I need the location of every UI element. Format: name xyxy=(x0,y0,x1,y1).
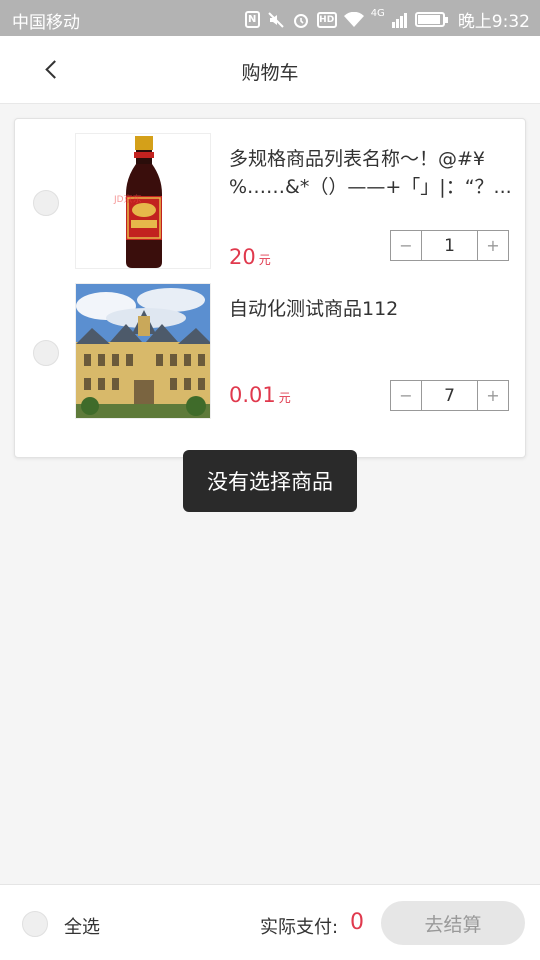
payment-label: 实际支付: xyxy=(260,917,339,938)
price-unit: 元 xyxy=(278,391,291,405)
decrease-button[interactable]: − xyxy=(391,231,421,260)
wifi-icon xyxy=(343,11,364,27)
decrease-button[interactable]: − xyxy=(391,381,421,410)
nfc-icon: N xyxy=(244,11,260,28)
payment-total: 0 xyxy=(350,910,364,935)
quantity-value[interactable]: 1 xyxy=(421,231,478,260)
product-price: 0.01 元 xyxy=(229,383,291,407)
status-bar: 中国移动 N HD 4G 晚上9:32 xyxy=(0,0,540,36)
cart-list: JD京东 多规格商品列表名称～！@#¥%……&*（）——+「」|：“？... 2… xyxy=(14,118,526,458)
checkout-bar: 全选 实际支付: 0 去结算 xyxy=(0,884,540,960)
signal-icon xyxy=(391,12,407,28)
cart-item: JD京东 多规格商品列表名称～！@#¥%……&*（）——+「」|：“？... 2… xyxy=(15,133,527,283)
battery-icon xyxy=(414,12,448,27)
quantity-stepper: − 1 + xyxy=(390,230,509,261)
product-image-mansion[interactable] xyxy=(75,283,211,419)
checkout-button[interactable]: 去结算 xyxy=(381,901,525,945)
product-name[interactable]: 多规格商品列表名称～！@#¥%……&*（）——+「」|：“？... xyxy=(229,145,514,201)
product-price: 20 元 xyxy=(229,245,271,269)
cart-item: 自动化测试商品112 0.01 元 − 7 + xyxy=(15,283,527,433)
image-watermark: JD京东 xyxy=(113,193,142,205)
quantity-stepper: − 7 + xyxy=(390,380,509,411)
network-type: 4G xyxy=(370,8,385,19)
status-icons: N HD 4G 晚上9:32 xyxy=(244,7,530,32)
alarm-icon xyxy=(293,13,308,28)
product-name[interactable]: 自动化测试商品112 xyxy=(229,295,514,323)
select-all-label[interactable]: 全选 xyxy=(64,913,100,939)
soy-sauce-bottle-image: JD京东 xyxy=(76,134,210,268)
hd-icon: HD xyxy=(316,11,337,28)
toast-message: 没有选择商品 xyxy=(183,450,357,512)
page-title: 购物车 xyxy=(241,62,299,84)
quantity-value[interactable]: 7 xyxy=(421,381,478,410)
price-unit: 元 xyxy=(258,253,271,267)
mansion-building-image xyxy=(76,284,210,418)
price-value: 20 xyxy=(229,245,256,269)
price-value: 0.01 xyxy=(229,383,276,407)
item-select-radio[interactable] xyxy=(33,190,59,216)
clock: 晚上9:32 xyxy=(457,12,530,32)
nav-header: 购物车 xyxy=(0,36,540,104)
increase-button[interactable]: + xyxy=(478,381,508,410)
increase-button[interactable]: + xyxy=(478,231,508,260)
carrier-label: 中国移动 xyxy=(12,13,80,33)
product-image-soy-sauce[interactable]: JD京东 xyxy=(75,133,211,269)
item-select-radio[interactable] xyxy=(33,340,59,366)
select-all-radio[interactable] xyxy=(22,911,48,937)
mute-icon xyxy=(267,11,284,28)
